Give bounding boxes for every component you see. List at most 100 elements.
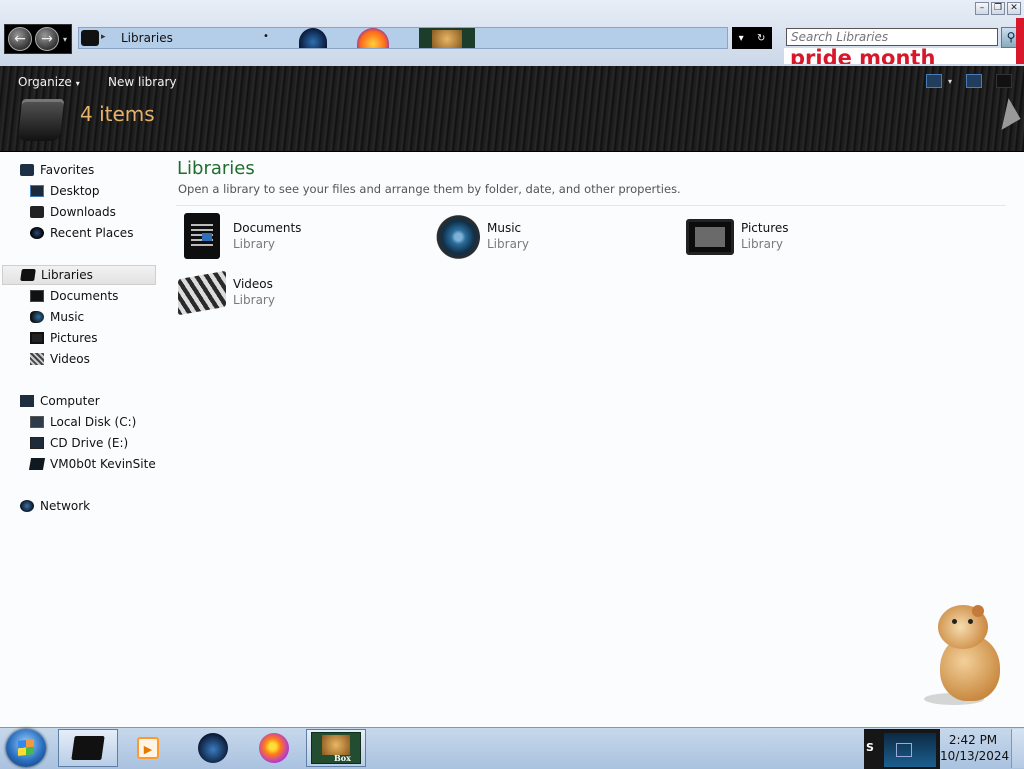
library-item-name: Music: [487, 221, 522, 235]
library-item-name: Videos: [233, 277, 273, 291]
content-pane: Libraries Open a library to see your fil…: [162, 152, 1024, 727]
show-desktop-button[interactable]: [1011, 729, 1024, 768]
sidebar-item-cd-drive[interactable]: CD Drive (E:): [30, 433, 184, 453]
sidebar-item-label: CD Drive (E:): [50, 436, 129, 450]
documents-icon: [30, 290, 44, 302]
desktop-icon: [30, 185, 44, 197]
media-player-icon: ▶: [137, 737, 159, 759]
music-icon: [432, 213, 480, 261]
sidebar-item-documents[interactable]: Documents: [30, 286, 184, 306]
sidebar-item-label: Videos: [50, 352, 90, 366]
system-clock[interactable]: 2:42 PM 10/13/2024: [940, 732, 1010, 764]
refresh-icon[interactable]: ↻: [757, 33, 765, 44]
sidebar-item-recent-places[interactable]: Recent Places: [30, 223, 184, 243]
pride-banner-text: pride month: [790, 48, 936, 64]
favorites-icon: [20, 164, 34, 176]
documents-icon: [184, 213, 220, 259]
sidebar-item-label: Network: [40, 499, 91, 513]
sidebar-item-videos[interactable]: Videos: [30, 349, 184, 369]
globe-thumbnail-icon: [299, 28, 327, 48]
change-view-icon[interactable]: [925, 74, 942, 88]
network-icon: [20, 500, 34, 512]
navigation-pane: Favorites Desktop Downloads Recent Place…: [0, 152, 162, 727]
downloads-icon: [30, 206, 44, 218]
sidebar-item-downloads[interactable]: Downloads: [30, 202, 184, 222]
network-drive-icon: [28, 458, 46, 470]
sidebar-item-label: Documents: [50, 289, 119, 303]
library-item-type: Library: [233, 293, 275, 307]
breadcrumb-separator[interactable]: ▸: [101, 32, 106, 42]
box-app-label: Box: [334, 753, 351, 763]
pride-banner: pride month: [784, 48, 1016, 64]
organize-label: Organize: [18, 75, 72, 89]
help-icon[interactable]: [996, 74, 1012, 88]
firefox-icon: [259, 733, 289, 763]
sidebar-item-libraries[interactable]: Libraries: [2, 265, 156, 285]
library-item-type: Library: [487, 237, 529, 251]
close-button[interactable]: ✕: [1007, 2, 1021, 15]
libraries-icon: [20, 269, 36, 281]
taskbar-globe-button[interactable]: [183, 729, 243, 767]
library-item-videos[interactable]: Videos Library: [178, 269, 418, 319]
tray-app-icon[interactable]: [884, 733, 936, 767]
library-item-pictures[interactable]: Pictures Library: [686, 213, 926, 263]
library-item-documents[interactable]: Documents Library: [178, 213, 418, 263]
divider: [176, 205, 1006, 206]
sidebar-item-label: Desktop: [50, 184, 100, 198]
recent-pages-dropdown[interactable]: ▾: [63, 35, 67, 44]
sidebar-item-music[interactable]: Music: [30, 307, 184, 327]
mascot-ear: [972, 605, 984, 617]
clock-time: 2:42 PM: [948, 733, 998, 747]
restore-button[interactable]: ❐: [991, 2, 1005, 15]
sidebar-item-desktop[interactable]: Desktop: [30, 181, 184, 201]
taskbar-media-player-button[interactable]: ▶: [118, 729, 178, 767]
view-options-chevron-icon[interactable]: ▾: [948, 77, 952, 86]
music-icon: [30, 311, 44, 323]
clock-date: 10/13/2024: [940, 749, 1010, 763]
navigation-buttons: ← → ▾: [4, 24, 72, 54]
sidebar-item-favorites[interactable]: Favorites: [20, 160, 174, 180]
notification-area: S: [864, 729, 940, 769]
libraries-icon: [71, 736, 105, 760]
recent-places-icon: [30, 227, 44, 239]
forward-button[interactable]: →: [35, 27, 59, 51]
taskbar-box-button[interactable]: Box: [306, 729, 366, 767]
sidebar-item-network-drive[interactable]: VM0b0t KevinSite: [28, 454, 184, 474]
address-bar[interactable]: ▸ Libraries •: [78, 27, 728, 49]
new-library-button[interactable]: New library: [108, 75, 177, 89]
sidebar-item-label: Pictures: [50, 331, 98, 345]
firefox-thumbnail-icon: [357, 28, 389, 48]
library-item-name: Pictures: [741, 221, 789, 235]
sidebar-item-local-disk[interactable]: Local Disk (C:): [30, 412, 184, 432]
sidebar-item-label: Libraries: [41, 268, 93, 282]
address-dropdown-icon[interactable]: ▾: [739, 33, 744, 44]
sidebar-item-label: Computer: [40, 394, 100, 408]
back-button[interactable]: ←: [8, 27, 32, 51]
view-controls: ▾: [925, 74, 1012, 88]
window-controls: – ❐ ✕: [975, 2, 1021, 15]
library-item-music[interactable]: Music Library: [432, 213, 672, 263]
taskbar-firefox-button[interactable]: [244, 729, 304, 767]
taskbar-explorer-button[interactable]: [58, 729, 118, 767]
disk-icon: [30, 416, 44, 428]
tray-label: S: [866, 741, 874, 754]
box-thumbnail-icon: [419, 28, 475, 48]
sidebar-item-computer[interactable]: Computer: [20, 391, 174, 411]
organize-menu[interactable]: Organize ▾: [18, 75, 80, 89]
breadcrumb-overflow[interactable]: •: [263, 31, 269, 42]
search-input[interactable]: [786, 28, 998, 46]
library-item-type: Library: [741, 237, 783, 251]
sidebar-item-network[interactable]: Network: [20, 496, 174, 516]
start-button[interactable]: [6, 729, 46, 767]
pictures-icon: [686, 219, 734, 255]
sidebar-item-label: Local Disk (C:): [50, 415, 137, 429]
breadcrumb-libraries[interactable]: Libraries: [121, 31, 173, 45]
mascot-eye: [968, 619, 973, 624]
minimize-button[interactable]: –: [975, 2, 989, 15]
preview-pane-icon[interactable]: [966, 74, 982, 88]
box-app-icon: Box: [311, 732, 361, 764]
sidebar-item-label: Recent Places: [50, 226, 134, 240]
sidebar-item-label: VM0b0t KevinSite: [50, 457, 156, 471]
sidebar-item-pictures[interactable]: Pictures: [30, 328, 184, 348]
videos-icon: [178, 270, 226, 316]
